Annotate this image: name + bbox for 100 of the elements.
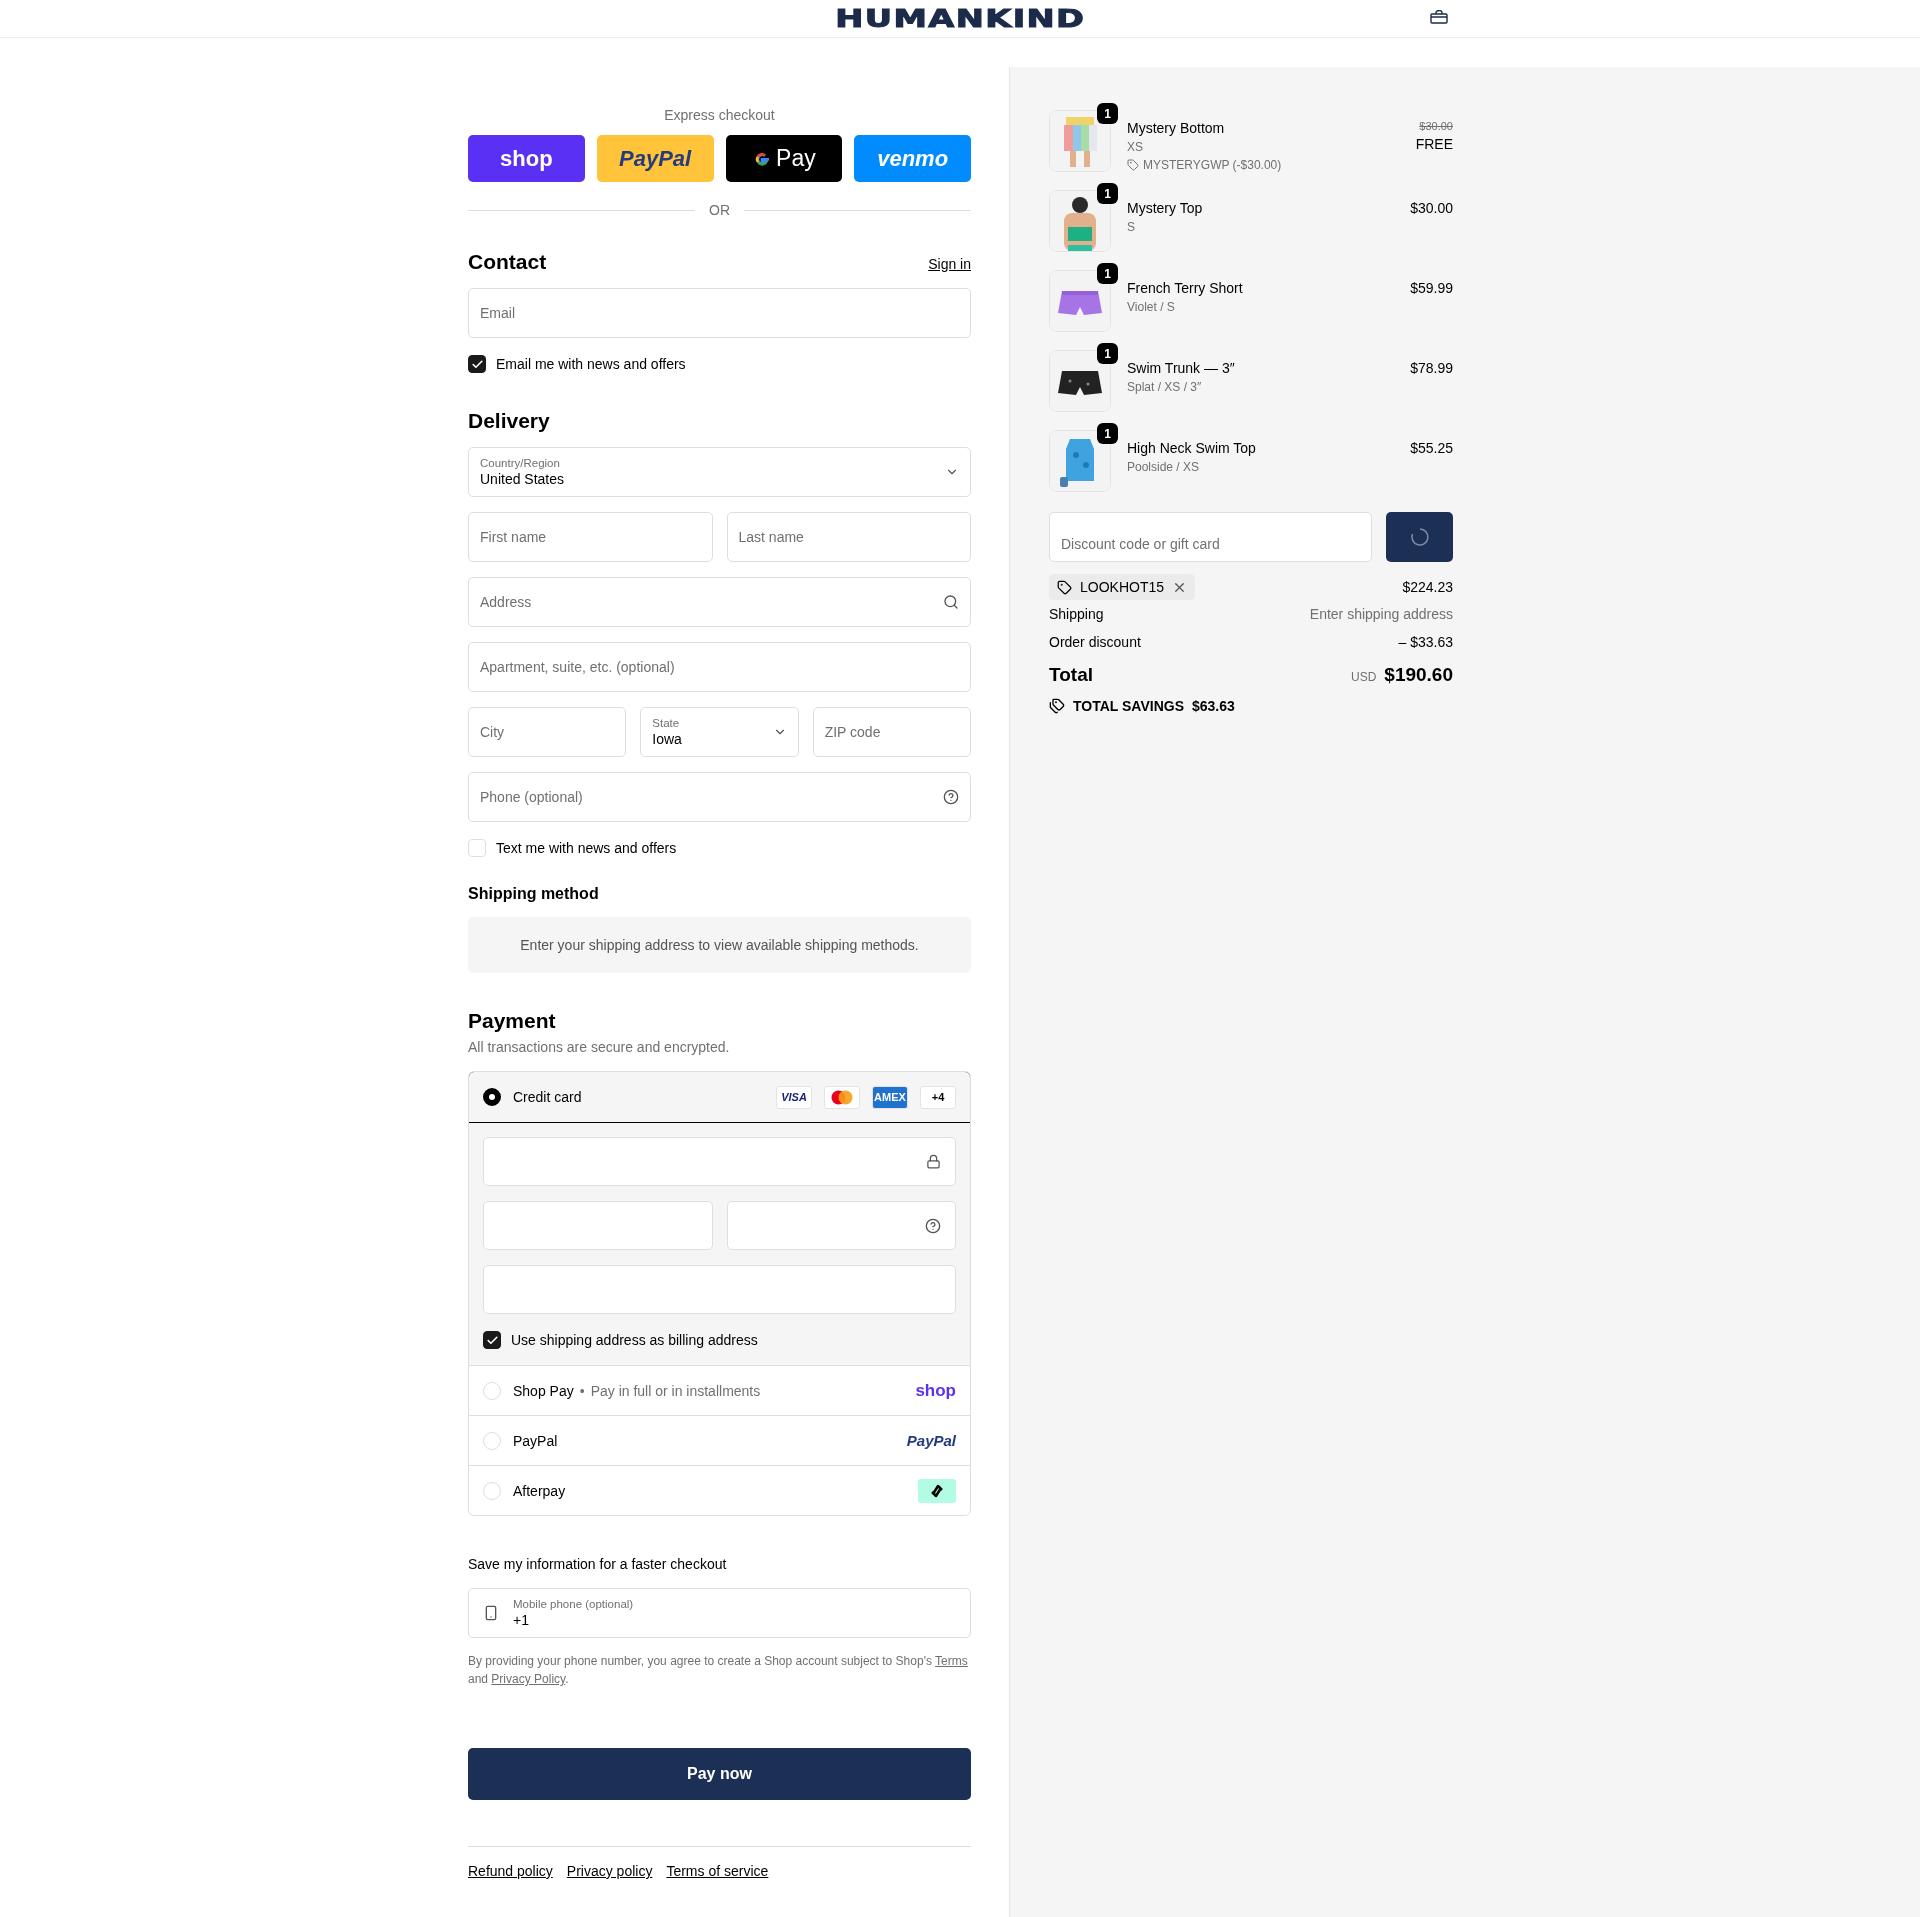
discount-code-field[interactable]: Discount code or gift card bbox=[1049, 512, 1372, 562]
phone-icon bbox=[483, 1605, 499, 1621]
footer-link[interactable]: Terms of service bbox=[666, 1863, 769, 1879]
field-label: Country/Region bbox=[480, 457, 561, 469]
product-price: FREE bbox=[1415, 136, 1453, 152]
shipping-label: Shipping bbox=[1049, 606, 1104, 622]
savings-label: TOTAL SAVINGS bbox=[1073, 698, 1184, 714]
mastercard-icon bbox=[824, 1085, 860, 1109]
product-name: High Neck Swim Top bbox=[1127, 440, 1257, 456]
method-label: PayPal bbox=[513, 1432, 558, 1449]
product-price: $78.99 bbox=[1410, 360, 1453, 376]
quantity-badge: 1 bbox=[1097, 183, 1118, 204]
spinner-icon bbox=[1409, 527, 1430, 547]
product-variant: Violet / S bbox=[1127, 300, 1176, 314]
input-field[interactable]: City bbox=[468, 707, 627, 757]
footer-link[interactable]: Privacy policy bbox=[566, 1863, 653, 1879]
product-name: French Terry Short bbox=[1127, 280, 1244, 296]
express-pay-button[interactable]: PayPal bbox=[596, 135, 714, 182]
currency-code: USD bbox=[1350, 670, 1377, 684]
total-value: $190.60 bbox=[1384, 664, 1453, 686]
payment-method-option[interactable]: Afterpay bbox=[469, 1465, 970, 1515]
email-field[interactable]: Email bbox=[468, 288, 971, 338]
afterpay-icon bbox=[918, 1478, 956, 1503]
input-field[interactable]: First name bbox=[468, 512, 713, 562]
payment-method-option[interactable]: PayPal PayPal bbox=[469, 1415, 970, 1465]
method-label: Credit card bbox=[513, 1089, 582, 1105]
card-input-field[interactable] bbox=[483, 1265, 956, 1314]
checkbox-label: Text me with news and offers bbox=[496, 840, 677, 856]
card-input-field[interactable] bbox=[483, 1201, 713, 1250]
footer-link[interactable]: Refund policy bbox=[468, 1863, 553, 1879]
card-input-field[interactable] bbox=[726, 1201, 956, 1250]
express-pay-button[interactable]: Pay bbox=[725, 135, 843, 182]
input-field[interactable]: ZIP code bbox=[812, 707, 971, 757]
method-label: Afterpay bbox=[513, 1482, 566, 1499]
tag-icon bbox=[1057, 579, 1072, 595]
separator-dot: • bbox=[579, 1382, 585, 1399]
quantity-badge: 1 bbox=[1097, 343, 1118, 364]
product-variant: Splat / XS / 3″ bbox=[1127, 380, 1203, 394]
card-input-field[interactable] bbox=[483, 1137, 956, 1186]
delivery-heading: Delivery bbox=[468, 409, 551, 433]
shipping-notice: Enter your shipping address to view available shipping methods. bbox=[468, 917, 971, 973]
help-icon bbox=[943, 789, 959, 805]
input-field[interactable]: Phone (optional) bbox=[468, 772, 971, 822]
quantity-badge: 1 bbox=[1097, 263, 1118, 284]
or-divider-text: OR bbox=[709, 202, 730, 218]
input-field[interactable]: Apartment, suite, etc. (optional) bbox=[468, 642, 971, 692]
checkbox[interactable] bbox=[468, 355, 486, 373]
input-field[interactable]: Address bbox=[468, 577, 971, 627]
product-price: $59.99 bbox=[1410, 280, 1453, 296]
subtotal-value: $224.23 bbox=[1402, 579, 1453, 595]
brand-logo[interactable]: HUMANKIND bbox=[834, 4, 1086, 33]
payment-method-option[interactable]: Credit card VISA AMEX +4 bbox=[469, 1072, 970, 1123]
help-icon bbox=[925, 1217, 941, 1234]
field-value: United States bbox=[480, 471, 566, 487]
product-price: $30.00 bbox=[1410, 200, 1453, 216]
contact-heading: Contact bbox=[468, 250, 547, 274]
product-price: $55.25 bbox=[1410, 440, 1453, 456]
savings-value: $63.63 bbox=[1192, 698, 1235, 714]
legal-text: By providing your phone number, you agree to create a Shop account subject to Shop's Terms and Privacy Policy. bbox=[468, 1653, 969, 1688]
method-label: Shop Pay bbox=[513, 1382, 574, 1399]
payment-heading: Payment bbox=[468, 1009, 557, 1033]
sign-in-link[interactable]: Sign in bbox=[928, 256, 971, 272]
payment-method-option[interactable]: Shop Pay • Pay in full or in installments shop bbox=[469, 1365, 970, 1415]
checkbox-label: Email me with news and offers bbox=[496, 356, 686, 372]
express-checkout-title: Express checkout bbox=[663, 107, 776, 123]
field-value: Iowa bbox=[652, 731, 683, 747]
select-field[interactable]: Country/Region United States bbox=[468, 447, 971, 497]
product-variant: Poolside / XS bbox=[1127, 460, 1201, 474]
express-pay-button[interactable]: shop bbox=[468, 135, 585, 182]
product-variant: S bbox=[1127, 220, 1136, 234]
product-name: Mystery Top bbox=[1127, 200, 1204, 216]
card-brand: AMEX bbox=[872, 1085, 908, 1109]
checkbox[interactable] bbox=[483, 1331, 501, 1349]
tags-icon bbox=[1049, 698, 1065, 714]
pay-now-button[interactable]: Pay now bbox=[468, 1748, 971, 1800]
apply-button[interactable] bbox=[1386, 512, 1453, 562]
order-discount-label: Order discount bbox=[1049, 634, 1141, 650]
product-variant: XS bbox=[1127, 140, 1144, 154]
total-label: Total bbox=[1049, 664, 1093, 686]
input-field[interactable]: Last name bbox=[726, 512, 971, 562]
product-name: Swim Trunk — 3″ bbox=[1127, 360, 1236, 376]
select-field[interactable]: State Iowa bbox=[640, 707, 799, 757]
radio-button[interactable] bbox=[483, 1088, 501, 1106]
card-brand: VISA bbox=[776, 1085, 812, 1109]
tag-icon bbox=[1127, 159, 1139, 171]
bag-icon[interactable] bbox=[1430, 10, 1448, 24]
search-icon bbox=[943, 594, 959, 610]
method-note: Pay in full or in installments bbox=[590, 1382, 761, 1399]
discount-text: MYSTERYGWP (-$30.00) bbox=[1143, 158, 1282, 172]
field-label: State bbox=[652, 717, 681, 729]
compare-price: $30.00 bbox=[1419, 120, 1453, 132]
save-info-title: Save my information for a faster checkout bbox=[468, 1556, 728, 1572]
shipping-value: Enter shipping address bbox=[1309, 606, 1453, 622]
product-name: Mystery Bottom bbox=[1127, 120, 1226, 136]
legal-link[interactable]: Terms bbox=[935, 1654, 968, 1668]
discount-code: LOOKHOT15 bbox=[1080, 579, 1165, 595]
paypal-logo: PayPal bbox=[906, 1432, 956, 1449]
quantity-badge: 1 bbox=[1097, 103, 1118, 124]
mobile-phone-field[interactable]: Mobile phone (optional) +1 bbox=[468, 1588, 971, 1638]
lock-icon bbox=[926, 1154, 941, 1169]
